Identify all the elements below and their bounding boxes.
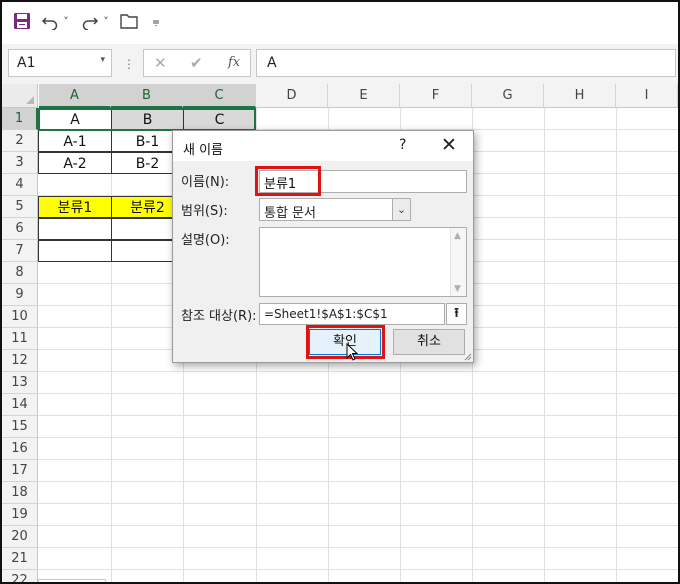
name-label: 이름(N):: [181, 175, 230, 190]
formula-input[interactable]: A: [256, 49, 676, 77]
gridline: [111, 108, 112, 582]
enter-entry-icon[interactable]: ✔: [190, 54, 203, 72]
row-header-17[interactable]: 17: [2, 460, 38, 482]
row-header-21[interactable]: 21: [2, 548, 38, 570]
row-header-14[interactable]: 14: [2, 394, 38, 416]
collapse-dialog-icon[interactable]: ⭱: [446, 303, 467, 325]
comment-textarea[interactable]: ▲ ▼: [259, 227, 467, 297]
gridline: [544, 108, 545, 582]
refers-to-field[interactable]: =Sheet1!$A$1:$C$1: [259, 303, 445, 325]
row-header-9[interactable]: 9: [2, 284, 38, 306]
ok-button[interactable]: 확인: [309, 329, 381, 355]
cell-b1[interactable]: B: [111, 108, 184, 130]
redo-icon[interactable]: [80, 10, 100, 32]
gridline: [38, 481, 678, 482]
comment-label: 설명(O):: [181, 233, 230, 248]
refers-to-label: 참조 대상(R):: [181, 309, 257, 324]
column-header-h[interactable]: H: [544, 84, 616, 108]
undo-dropdown-caret[interactable]: ˅: [60, 10, 72, 32]
cancel-button[interactable]: 취소: [393, 329, 465, 355]
row-header-8[interactable]: 8: [2, 262, 38, 284]
gridline: [38, 569, 678, 570]
close-icon[interactable]: ✕: [441, 134, 457, 156]
column-header-g[interactable]: G: [472, 84, 544, 108]
row-header-11[interactable]: 11: [2, 328, 38, 350]
row-header-20[interactable]: 20: [2, 526, 38, 548]
row-header-1[interactable]: 1: [2, 108, 38, 130]
mouse-cursor-icon: [346, 343, 358, 361]
chevron-down-icon[interactable]: ▾: [100, 55, 105, 65]
cancel-entry-icon[interactable]: ✕: [154, 54, 167, 72]
column-header-i[interactable]: I: [616, 84, 678, 108]
comment-scrollbar[interactable]: ▲ ▼: [450, 228, 466, 296]
cell-a1[interactable]: A: [38, 108, 112, 130]
gridline: [38, 393, 678, 394]
gridline: [38, 437, 678, 438]
column-header-b[interactable]: B: [111, 84, 183, 108]
gridline: [38, 547, 678, 548]
scope-label: 범위(S):: [181, 204, 228, 219]
row-header-10[interactable]: 10: [2, 306, 38, 328]
chevron-down-icon[interactable]: ⌄: [392, 199, 410, 220]
row-header-7[interactable]: 7: [2, 240, 38, 262]
gridline: [38, 415, 678, 416]
formula-bar-splitter[interactable]: ⋮: [123, 57, 135, 71]
row-header-16[interactable]: 16: [2, 438, 38, 460]
open-icon[interactable]: [118, 10, 140, 32]
dialog-titlebar: 새 이름 ? ✕: [173, 131, 473, 161]
dialog-title: 새 이름: [183, 143, 224, 158]
column-header-f[interactable]: F: [400, 84, 472, 108]
save-icon[interactable]: [12, 10, 32, 32]
gridline: [38, 459, 678, 460]
formula-buttons: ✕ ✔ fx: [143, 49, 251, 77]
cell-a2[interactable]: A-1: [38, 130, 112, 152]
quick-access-toolbar: ˅ ˅ ⩦: [2, 2, 678, 42]
insert-function-icon[interactable]: fx: [228, 55, 240, 70]
row-header-4[interactable]: 4: [2, 174, 38, 196]
row-header-12[interactable]: 12: [2, 350, 38, 372]
row-header-18[interactable]: 18: [2, 482, 38, 504]
row-header-3[interactable]: 3: [2, 152, 38, 174]
row-header-22[interactable]: 22: [2, 570, 38, 582]
gridline: [38, 371, 678, 372]
row-header-6[interactable]: 6: [2, 218, 38, 240]
row-header-13[interactable]: 13: [2, 372, 38, 394]
redo-dropdown-caret[interactable]: ˅: [100, 10, 112, 32]
cell-a7[interactable]: [38, 240, 112, 262]
row-header-2[interactable]: 2: [2, 130, 38, 152]
cell-a5[interactable]: 분류1: [38, 196, 112, 218]
row-header-15[interactable]: 15: [2, 416, 38, 438]
column-header-a[interactable]: A: [39, 84, 111, 108]
cell-c1[interactable]: C: [183, 108, 256, 130]
name-field[interactable]: 분류1: [259, 170, 467, 193]
formula-bar: A1 ▾ ⋮ ✕ ✔ fx A: [2, 44, 678, 84]
column-header-d[interactable]: D: [256, 84, 328, 108]
resize-grip-icon[interactable]: [462, 351, 472, 361]
excel-window: ˅ ˅ ⩦ A1 ▾ ⋮ ✕ ✔ fx A A B C D E F G H I …: [0, 0, 680, 584]
gridline: [38, 525, 678, 526]
sheet-tab-edge: [38, 579, 106, 582]
gridline: [38, 503, 678, 504]
name-box[interactable]: A1 ▾: [8, 49, 112, 77]
help-icon[interactable]: ?: [399, 137, 406, 153]
name-box-value: A1: [17, 55, 36, 71]
column-header-c[interactable]: C: [183, 84, 256, 108]
scope-select[interactable]: 통합 문서 ⌄: [259, 198, 411, 221]
scope-value: 통합 문서: [264, 206, 316, 221]
cell-a3[interactable]: A-2: [38, 152, 112, 174]
row-header-5[interactable]: 5: [2, 196, 38, 218]
new-name-dialog: 새 이름 ? ✕ 이름(N): 분류1 범위(S): 통합 문서 ⌄ 설명(O)…: [172, 130, 474, 363]
row-header-19[interactable]: 19: [2, 504, 38, 526]
scroll-down-icon[interactable]: ▼: [454, 284, 461, 294]
cell-a6[interactable]: [38, 218, 112, 240]
column-header-e[interactable]: E: [328, 84, 400, 108]
customize-icon[interactable]: ⩦: [148, 10, 164, 32]
select-all-corner[interactable]: [2, 84, 38, 108]
scroll-up-icon[interactable]: ▲: [454, 231, 461, 241]
undo-icon[interactable]: [40, 10, 60, 32]
gridline: [616, 108, 617, 582]
